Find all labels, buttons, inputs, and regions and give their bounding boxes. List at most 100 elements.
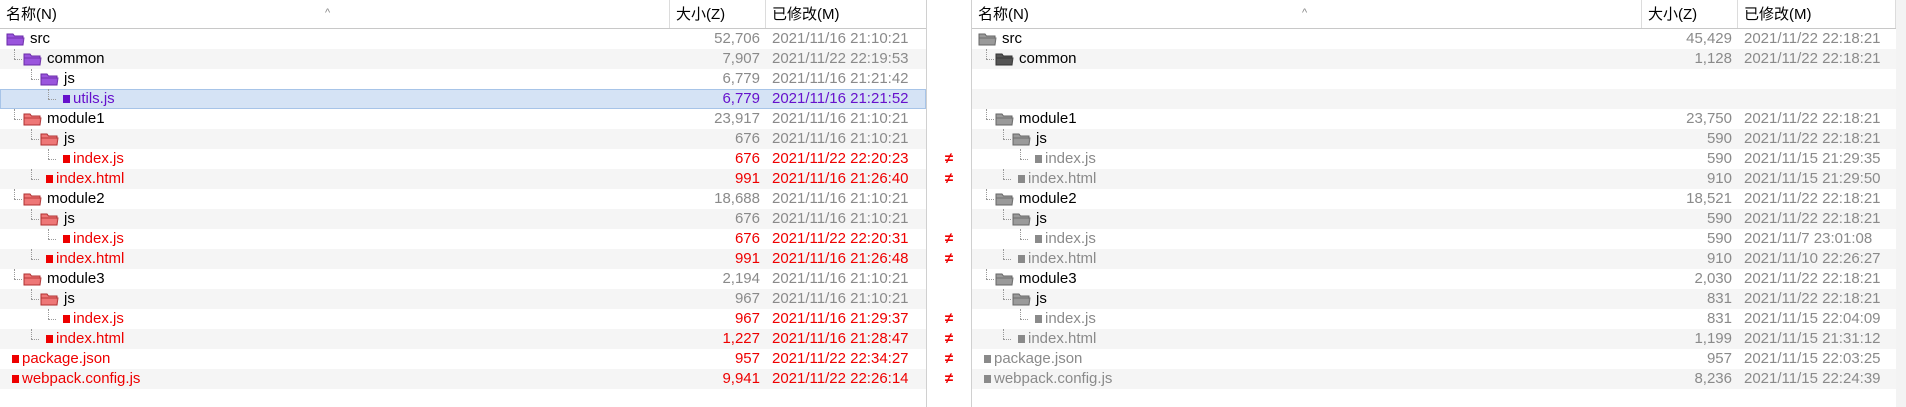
folder-row[interactable]: module3 2,194 2021/11/16 21:10:21	[0, 269, 926, 289]
file-row[interactable]: index.html 991 2021/11/16 21:26:48	[0, 249, 926, 269]
item-size: 1,128	[1694, 50, 1732, 67]
size-column-header-right[interactable]: 大小(Z)	[1642, 0, 1738, 28]
folder-row[interactable]: js 831 2021/11/22 22:18:21	[972, 289, 1906, 309]
left-folder-pane[interactable]: 名称(N) ^ 大小(Z) 已修改(M) src 52,706 2021/11/16…	[0, 0, 926, 407]
folder-row[interactable]: module2 18,688 2021/11/16 21:10:21	[0, 189, 926, 209]
file-square-icon	[1018, 335, 1025, 343]
item-size: 9,941	[722, 370, 760, 387]
item-size: 967	[734, 310, 760, 327]
item-modified-date: 2021/11/16 21:26:48	[772, 250, 909, 267]
item-name: index.js	[1045, 150, 1096, 167]
tree-connector	[1020, 239, 1028, 240]
tree-connector	[31, 69, 32, 79]
file-row[interactable]: package.json 957 2021/11/22 22:34:27	[0, 349, 926, 369]
folder-purple-icon	[6, 32, 25, 46]
folder-row[interactable]: js 590 2021/11/22 22:18:21	[972, 129, 1906, 149]
file-row[interactable]: index.html 1,199 2021/11/15 21:31:12	[972, 329, 1906, 349]
right-file-list: src 45,429 2021/11/22 22:18:21 common 1,128 2…	[972, 29, 1906, 389]
file-row[interactable]: index.html 1,227 2021/11/16 21:28:47	[0, 329, 926, 349]
tree-connector	[31, 219, 39, 220]
item-size: 18,521	[1686, 190, 1732, 207]
tree-connector	[1003, 129, 1004, 139]
left-column-header: 名称(N) ^ 大小(Z) 已修改(M)	[0, 0, 926, 29]
file-row[interactable]: index.js 590 2021/11/7 23:01:08	[972, 229, 1906, 249]
item-name: module3	[47, 270, 105, 287]
item-name: index.html	[1028, 170, 1097, 187]
vertical-scrollbar[interactable]	[1896, 0, 1906, 407]
file-row[interactable]: index.html 991 2021/11/16 21:26:40	[0, 169, 926, 189]
folder-row[interactable]: js 676 2021/11/16 21:10:21	[0, 129, 926, 149]
folder-red-icon	[23, 112, 42, 126]
folder-row[interactable]: common 7,907 2021/11/22 22:19:53	[0, 49, 926, 69]
folder-row[interactable]: js 676 2021/11/16 21:10:21	[0, 209, 926, 229]
file-row[interactable]: index.js 590 2021/11/15 21:29:35	[972, 149, 1906, 169]
tree-connector	[14, 59, 22, 60]
size-column-header[interactable]: 大小(Z)	[670, 0, 766, 28]
item-modified-date: 2021/11/16 21:10:21	[772, 290, 909, 307]
item-name: js	[1036, 210, 1047, 227]
file-square-icon	[63, 95, 70, 103]
file-row[interactable]: index.js 676 2021/11/22 22:20:23	[0, 149, 926, 169]
item-size: 957	[734, 350, 760, 367]
modified-column-header[interactable]: 已修改(M)	[766, 0, 926, 28]
tree-connector	[48, 149, 49, 159]
item-modified-date: 2021/11/22 22:18:21	[1744, 130, 1881, 147]
tree-connector	[31, 129, 32, 139]
right-column-header: 名称(N) ^ 大小(Z) 已修改(M)	[972, 0, 1906, 29]
item-size: 1,199	[1694, 330, 1732, 347]
file-row[interactable]: index.js 967 2021/11/16 21:29:37	[0, 309, 926, 329]
file-row[interactable]: webpack.config.js 8,236 2021/11/15 22:24:3…	[972, 369, 1906, 389]
right-folder-pane[interactable]: 名称(N) ^ 大小(Z) 已修改(M) src 45,429 2021/11/22…	[972, 0, 1906, 407]
tree-connector	[986, 199, 994, 200]
tree-connector	[14, 279, 22, 280]
modified-column-header-right[interactable]: 已修改(M)	[1738, 0, 1896, 28]
folder-row[interactable]: js 6,779 2021/11/16 21:21:42	[0, 69, 926, 89]
folder-row[interactable]: module3 2,030 2021/11/22 22:18:21	[972, 269, 1906, 289]
diff-empty	[926, 269, 972, 289]
left-file-list: src 52,706 2021/11/16 21:10:21 common 7,907 2…	[0, 29, 926, 389]
folder-gray-icon	[995, 112, 1014, 126]
item-modified-date: 2021/11/22 22:18:21	[1744, 110, 1881, 127]
item-modified-date: 2021/11/16 21:10:21	[772, 270, 909, 287]
item-size: 45,429	[1686, 30, 1732, 47]
diff-empty	[926, 29, 972, 49]
folder-gray-icon	[995, 272, 1014, 286]
file-row[interactable]: index.js 676 2021/11/22 22:20:31	[0, 229, 926, 249]
folder-row[interactable]: src 45,429 2021/11/22 22:18:21	[972, 29, 1906, 49]
item-modified-date: 2021/11/15 21:31:12	[1744, 330, 1881, 347]
tree-connector	[31, 329, 32, 339]
folder-row[interactable]: module2 18,521 2021/11/22 22:18:21	[972, 189, 1906, 209]
item-modified-date: 2021/11/16 21:10:21	[772, 110, 909, 127]
file-row[interactable]: utils.js 6,779 2021/11/16 21:21:52	[0, 89, 926, 109]
folder-gray-icon	[978, 32, 997, 46]
item-name: index.js	[73, 230, 124, 247]
file-row[interactable]: index.js 831 2021/11/15 22:04:09	[972, 309, 1906, 329]
file-row[interactable]: index.html 910 2021/11/15 21:29:50	[972, 169, 1906, 189]
item-name: module3	[1019, 270, 1077, 287]
folder-row[interactable]: js 590 2021/11/22 22:18:21	[972, 209, 1906, 229]
folder-row[interactable]: module1 23,917 2021/11/16 21:10:21	[0, 109, 926, 129]
item-size: 590	[1706, 130, 1732, 147]
folder-row[interactable]: module1 23,750 2021/11/22 22:18:21	[972, 109, 1906, 129]
folder-row[interactable]: js 967 2021/11/16 21:10:21	[0, 289, 926, 309]
file-row[interactable]: package.json 957 2021/11/15 22:03:25	[972, 349, 1906, 369]
not-equal-icon: ≠	[944, 330, 954, 347]
name-column-header[interactable]: 名称(N) ^	[0, 0, 670, 28]
folder-row[interactable]: src 52,706 2021/11/16 21:10:21	[0, 29, 926, 49]
folder-row[interactable]: common 1,128 2021/11/22 22:18:21	[972, 49, 1906, 69]
tree-connector	[1020, 149, 1021, 159]
tree-connector	[31, 139, 39, 140]
item-name: js	[64, 290, 75, 307]
item-size: 18,688	[714, 190, 760, 207]
diff-empty	[926, 129, 972, 149]
item-modified-date: 2021/11/22 22:20:31	[772, 230, 909, 247]
tree-connector	[48, 89, 49, 99]
file-row[interactable]: index.html 910 2021/11/10 22:26:27	[972, 249, 1906, 269]
diff-empty	[926, 49, 972, 69]
item-size: 676	[734, 210, 760, 227]
tree-connector	[1003, 179, 1011, 180]
name-column-header-right[interactable]: 名称(N) ^	[972, 0, 1642, 28]
tree-connector	[31, 169, 32, 179]
item-name: index.html	[56, 170, 125, 187]
file-row[interactable]: webpack.config.js 9,941 2021/11/22 22:26:1…	[0, 369, 926, 389]
